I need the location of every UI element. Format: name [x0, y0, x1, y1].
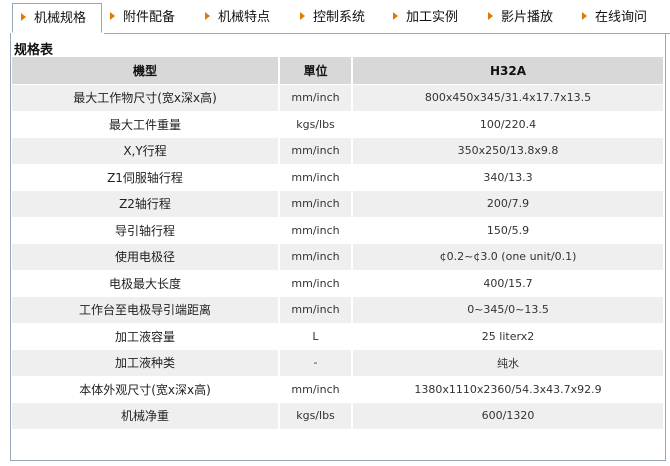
- tab-machine-specs[interactable]: 机械规格: [12, 3, 102, 33]
- spec-name: 最大工件重量: [12, 111, 280, 138]
- tab-machining-examples[interactable]: 加工实例: [393, 7, 458, 29]
- table-row: Z2轴行程 mm/inch 200/7.9: [12, 190, 665, 218]
- tab-label: 附件配备: [123, 10, 176, 25]
- tab-video-playback[interactable]: 影片播放: [488, 7, 553, 29]
- spec-unit: mm/inch: [279, 137, 353, 165]
- table-row: 电极最大长度 mm/inch 400/15.7: [12, 270, 665, 297]
- tab-label: 机械特点: [218, 10, 271, 25]
- spec-value: 800x450x345/31.4x17.7x13.5: [352, 84, 665, 112]
- header-h32a: H32A: [352, 57, 665, 85]
- spec-unit: mm/inch: [279, 296, 353, 324]
- table-row: Z1伺服轴行程 mm/inch 340/13.3: [12, 164, 665, 191]
- table-header-row: 機型 單位 H32A: [12, 57, 665, 85]
- spec-name: 最大工作物尺寸(宽x深x高): [12, 84, 280, 112]
- spec-name: 加工液种类: [12, 349, 280, 377]
- spec-value: 1380x1110x2360/54.3x43.7x92.9: [352, 376, 665, 403]
- spec-name: 电极最大长度: [12, 270, 280, 297]
- spec-value: 340/13.3: [352, 164, 665, 191]
- tab-label: 影片播放: [501, 10, 554, 25]
- spec-name: Z2轴行程: [12, 190, 280, 218]
- tab-accessories[interactable]: 附件配备: [110, 7, 175, 29]
- spec-name: 加工液容量: [12, 323, 280, 350]
- spec-unit: kgs/lbs: [279, 111, 353, 138]
- spec-value: 0~345/0~13.5: [352, 296, 665, 324]
- spec-name: 使用电极径: [12, 243, 280, 271]
- spec-unit: mm/inch: [279, 376, 353, 403]
- tab-label: 加工实例: [406, 10, 459, 25]
- spec-value: 400/15.7: [352, 270, 665, 297]
- table-row: 工作台至电极导引端距离 mm/inch 0~345/0~13.5: [12, 296, 665, 324]
- tab-label: 机械规格: [34, 11, 87, 26]
- spec-name: 本体外观尺寸(宽x深x高): [12, 376, 280, 403]
- table-row: 加工液容量 L 25 literx2: [12, 323, 665, 350]
- table-row: 本体外观尺寸(宽x深x高) mm/inch 1380x1110x2360/54.…: [12, 376, 665, 403]
- spec-table: 機型 單位 H32A 最大工作物尺寸(宽x深x高) mm/inch 800x45…: [12, 57, 665, 430]
- table-row: 导引轴行程 mm/inch 150/5.9: [12, 217, 665, 244]
- spec-name: 导引轴行程: [12, 217, 280, 244]
- tab-bar: 机械规格 附件配备 机械特点 控制系统 加工实例 影片播放 在线询问: [0, 0, 670, 34]
- spec-value: 150/5.9: [352, 217, 665, 244]
- spec-value: 200/7.9: [352, 190, 665, 218]
- arrow-right-icon: [110, 12, 115, 20]
- spec-unit: kgs/lbs: [279, 402, 353, 430]
- arrow-right-icon: [393, 12, 398, 20]
- arrow-right-icon: [21, 13, 26, 21]
- tab-label: 在线询问: [595, 10, 648, 25]
- spec-value: ¢0.2~¢3.0 (one unit/0.1): [352, 243, 665, 271]
- arrow-right-icon: [300, 12, 305, 20]
- tab-label: 控制系统: [313, 10, 366, 25]
- spec-name: 工作台至电极导引端距离: [12, 296, 280, 324]
- arrow-right-icon: [205, 12, 210, 20]
- spec-unit: mm/inch: [279, 164, 353, 191]
- spec-value: 350x250/13.8x9.8: [352, 137, 665, 165]
- spec-unit: -: [279, 349, 353, 377]
- spec-unit: L: [279, 323, 353, 350]
- arrow-right-icon: [488, 12, 493, 20]
- spec-unit: mm/inch: [279, 217, 353, 244]
- table-row: 加工液种类 - 纯水: [12, 349, 665, 377]
- spec-value: 600/1320: [352, 402, 665, 430]
- spec-value: 25 literx2: [352, 323, 665, 350]
- table-row: X,Y行程 mm/inch 350x250/13.8x9.8: [12, 137, 665, 165]
- spec-name: X,Y行程: [12, 137, 280, 165]
- header-model: 機型: [12, 57, 280, 85]
- spec-name: 机械净重: [12, 402, 280, 430]
- spec-value: 纯水: [352, 349, 665, 377]
- spec-value: 100/220.4: [352, 111, 665, 138]
- spec-unit: mm/inch: [279, 243, 353, 271]
- header-unit: 單位: [279, 57, 353, 85]
- spec-unit: mm/inch: [279, 84, 353, 112]
- table-row: 最大工作物尺寸(宽x深x高) mm/inch 800x450x345/31.4x…: [12, 84, 665, 112]
- section-title: 规格表: [14, 43, 54, 58]
- table-row: 机械净重 kgs/lbs 600/1320: [12, 402, 665, 430]
- table-row: 使用电极径 mm/inch ¢0.2~¢3.0 (one unit/0.1): [12, 243, 665, 271]
- tab-online-inquiry[interactable]: 在线询问: [582, 7, 647, 29]
- tab-control-system[interactable]: 控制系统: [300, 7, 365, 29]
- tab-machine-features[interactable]: 机械特点: [205, 7, 270, 29]
- spec-name: Z1伺服轴行程: [12, 164, 280, 191]
- spec-unit: mm/inch: [279, 270, 353, 297]
- spec-unit: mm/inch: [279, 190, 353, 218]
- arrow-right-icon: [582, 12, 587, 20]
- table-row: 最大工件重量 kgs/lbs 100/220.4: [12, 111, 665, 138]
